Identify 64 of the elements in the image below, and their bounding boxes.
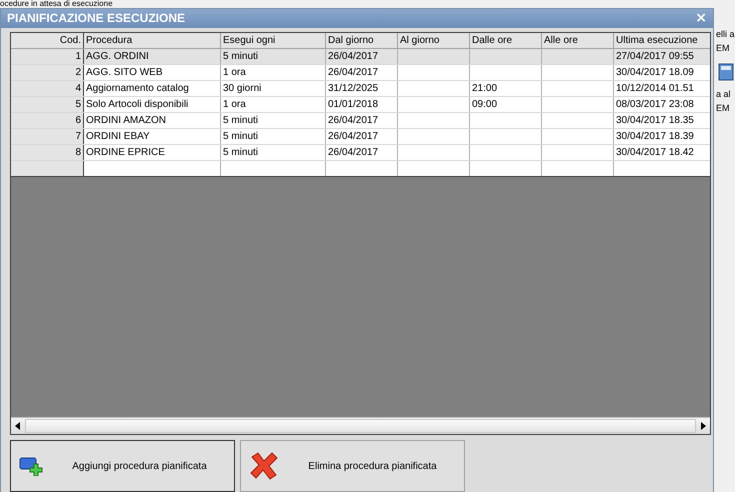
column-header[interactable]: Esegui ogni <box>220 32 326 48</box>
column-header[interactable]: Cod. <box>11 32 84 48</box>
background-text: a al <box>716 88 732 100</box>
table-cell: Solo Artocoli disponibili <box>84 96 220 112</box>
table-cell: 30/04/2017 18.09 <box>614 64 710 80</box>
table-row[interactable]: 8 ORDINE EPRICE 5 minuti 26/04/2017 30/04/2017 18.42 <box>11 144 710 160</box>
table-cell: 30/04/2017 18.39 <box>614 128 710 144</box>
table-cell: 08/03/2017 23:08 <box>614 96 710 112</box>
table-cell: 30/04/2017 18.42 <box>614 144 710 160</box>
table-cell: 8 <box>11 144 84 160</box>
delete-button[interactable]: Elimina procedura pianificata <box>240 440 465 492</box>
column-header[interactable]: Dalle ore <box>470 32 542 48</box>
background-text: EM <box>716 42 730 54</box>
table-cell: 26/04/2017 <box>326 128 398 144</box>
table-cell: 5 minuti <box>220 144 326 160</box>
column-header[interactable]: Ultima esecuzione <box>614 32 710 48</box>
background-text: ocedure in attesa di esecuzione <box>0 0 113 8</box>
table-cell: 26/04/2017 <box>326 48 398 64</box>
table-cell: AGG. SITO WEB <box>84 64 220 80</box>
table-cell: 26/04/2017 <box>326 112 398 128</box>
table-cell: 1 ora <box>220 64 326 80</box>
table-row[interactable]: 4 Aggiornamento catalog 30 giorni 31/12/2025 21:00 10/12/2014 01.51 <box>11 80 710 96</box>
table-cell: 31/12/2025 <box>326 80 398 96</box>
table-cell: 6 <box>11 112 84 128</box>
table-cell: 26/04/2017 <box>326 64 398 80</box>
add-window-icon <box>19 456 43 476</box>
horizontal-scrollbar[interactable] <box>11 417 710 434</box>
table-row[interactable]: 5 Solo Artocoli disponibili 1 ora 01/01/2018 09:00 08/03/2017 23:08 <box>11 96 710 112</box>
scroll-thumb[interactable] <box>25 419 696 433</box>
table-cell: 09:00 <box>470 96 542 112</box>
table-cell: 2 <box>11 64 84 80</box>
table-cell: ORDINI EBAY <box>84 128 220 144</box>
table-cell: 10/12/2014 01.51 <box>614 80 710 96</box>
add-button[interactable]: Aggiungi procedura pianificata <box>10 440 235 492</box>
column-header[interactable]: Procedura <box>84 32 220 48</box>
table-row[interactable]: 7 ORDINI EBAY 5 minuti 26/04/2017 30/04/2017 18.39 <box>11 128 710 144</box>
table-cell: 5 minuti <box>220 128 326 144</box>
column-header[interactable]: Al giorno <box>398 32 470 48</box>
column-header[interactable]: Alle ore <box>542 32 614 48</box>
table-cell: 1 <box>11 48 84 64</box>
table-row[interactable]: 1 AGG. ORDINI 5 minuti 26/04/2017 27/04/2017 09:55 <box>11 48 710 64</box>
table-cell: 21:00 <box>470 80 542 96</box>
table-cell: 01/01/2018 <box>326 96 398 112</box>
table-cell: 30 giorni <box>220 80 326 96</box>
table-cell: Aggiornamento catalog <box>84 80 220 96</box>
window-title: PIANIFICAZIONE ESECUZIONE <box>7 11 186 26</box>
table-cell: 30/04/2017 18.35 <box>614 112 710 128</box>
table-cell: 5 <box>11 96 84 112</box>
table-row[interactable]: 2 AGG. SITO WEB 1 ora 26/04/2017 30/04/2017 18.09 <box>11 64 710 80</box>
table-cell: 26/04/2017 <box>326 144 398 160</box>
table-cell: 27/04/2017 09:55 <box>614 48 710 64</box>
table-cell: 5 minuti <box>220 112 326 128</box>
cross-icon <box>249 451 279 481</box>
column-header[interactable]: Dal giorno <box>326 32 398 48</box>
table-cell: 7 <box>11 128 84 144</box>
background-text: elli a <box>716 28 735 40</box>
table-cell: ORDINE EPRICE <box>84 144 220 160</box>
table-cell: AGG. ORDINI <box>84 48 220 64</box>
table-cell: 1 ora <box>220 96 326 112</box>
table-row[interactable]: 6 ORDINI AMAZON 5 minuti 26/04/2017 30/04/2017 18.35 <box>11 112 710 128</box>
table-cell: 5 minuti <box>220 48 326 64</box>
background-text: EM <box>716 102 730 114</box>
table-cell: 4 <box>11 80 84 96</box>
table-cell: ORDINI AMAZON <box>84 112 220 128</box>
